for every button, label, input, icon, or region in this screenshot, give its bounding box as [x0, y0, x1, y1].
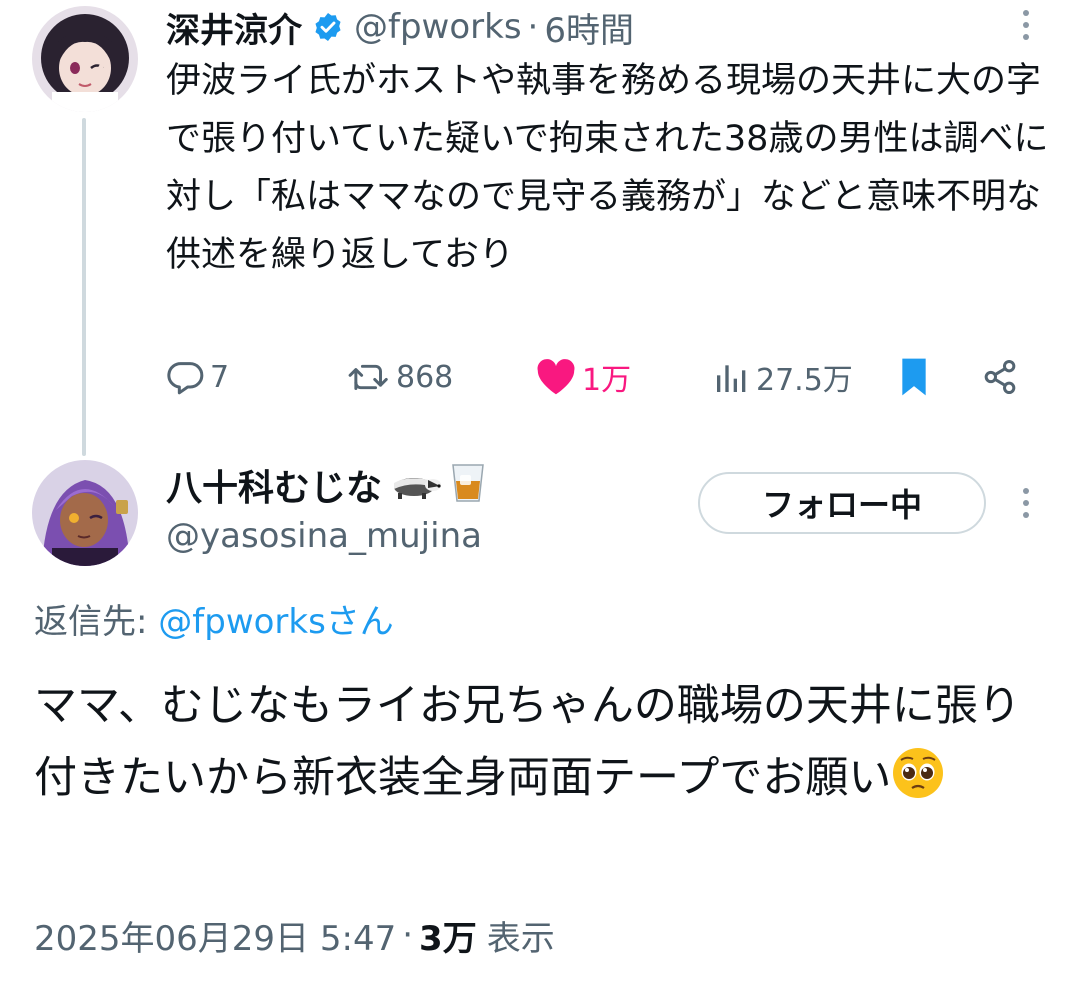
avatar-image — [32, 6, 138, 112]
tweet1-header: 深井涼介 @fpworks · 6時間 — [166, 3, 634, 52]
like-count: 1万 — [582, 363, 632, 398]
avatar-yasosina[interactable] — [32, 460, 138, 566]
whiskey-glass-icon — [448, 461, 488, 509]
avatar-image — [32, 460, 138, 566]
views-label: 表示 — [486, 918, 555, 959]
heart-icon — [537, 359, 575, 395]
share-button[interactable] — [980, 350, 1020, 404]
reply-to-link[interactable]: @fpworksさん — [158, 602, 394, 642]
bookmark-button[interactable] — [894, 350, 934, 404]
tweet2-text: ママ、むじなもライお兄ちゃんの職場の天井に張り付きたいから新衣装全身両面テープで… — [34, 670, 1054, 822]
retweet-icon — [348, 364, 388, 390]
retweet-count: 868 — [396, 359, 454, 395]
more-options-icon[interactable] — [1020, 488, 1032, 518]
tweet2-header: 八十科むじな @yasosina_mujina — [166, 460, 488, 556]
more-options-icon[interactable] — [1020, 10, 1032, 40]
retweet-button[interactable]: 868 — [346, 350, 453, 404]
author-handle[interactable]: @fpworks — [354, 7, 522, 47]
views-button[interactable]: 27.5万 — [712, 350, 853, 404]
bookmark-icon — [902, 358, 926, 396]
badger-icon — [388, 465, 442, 505]
tweet2-meta: 2025年06月29日 5:47 · 3万 表示 — [34, 910, 555, 960]
reply-count: 7 — [210, 359, 230, 395]
tweet-time[interactable]: 6時間 — [544, 3, 634, 52]
thread-line — [82, 118, 86, 456]
views-count: 27.5万 — [756, 363, 853, 398]
author-handle[interactable]: @yasosina_mujina — [166, 516, 488, 556]
tweet2-text-content: ママ、むじなもライお兄ちゃんの職場の天井に張り付きたいから新衣装全身両面テープで… — [34, 681, 1021, 803]
tweet1-actions: 7 868 1万 27.5万 — [166, 350, 1066, 404]
reply-button[interactable]: 7 — [166, 350, 229, 404]
following-button[interactable]: フォロー中 — [698, 472, 986, 534]
author-name[interactable]: 深井涼介 — [166, 3, 302, 52]
tweet1-text: 伊波ライ氏がホストや執事を務める現場の天井に大の字で張り付いていた疑いで拘束され… — [166, 61, 1049, 275]
pleading-face-icon — [891, 746, 945, 822]
share-icon — [984, 360, 1016, 394]
verified-badge-icon — [312, 11, 344, 43]
like-button[interactable]: 1万 — [534, 350, 631, 404]
reply-icon — [167, 362, 204, 395]
reply-to-line: 返信先: @fpworksさん — [34, 594, 394, 643]
views-count: 3万 — [419, 918, 477, 959]
avatar-fpworks[interactable] — [32, 6, 138, 112]
tweet-date[interactable]: 2025年06月29日 5:47 — [34, 911, 396, 960]
separator-dot: · — [527, 7, 539, 47]
author-name[interactable]: 八十科むじな — [166, 459, 382, 511]
views-icon — [717, 365, 746, 392]
separator-dot: · — [402, 915, 414, 955]
reply-to-prefix: 返信先: — [34, 602, 159, 642]
